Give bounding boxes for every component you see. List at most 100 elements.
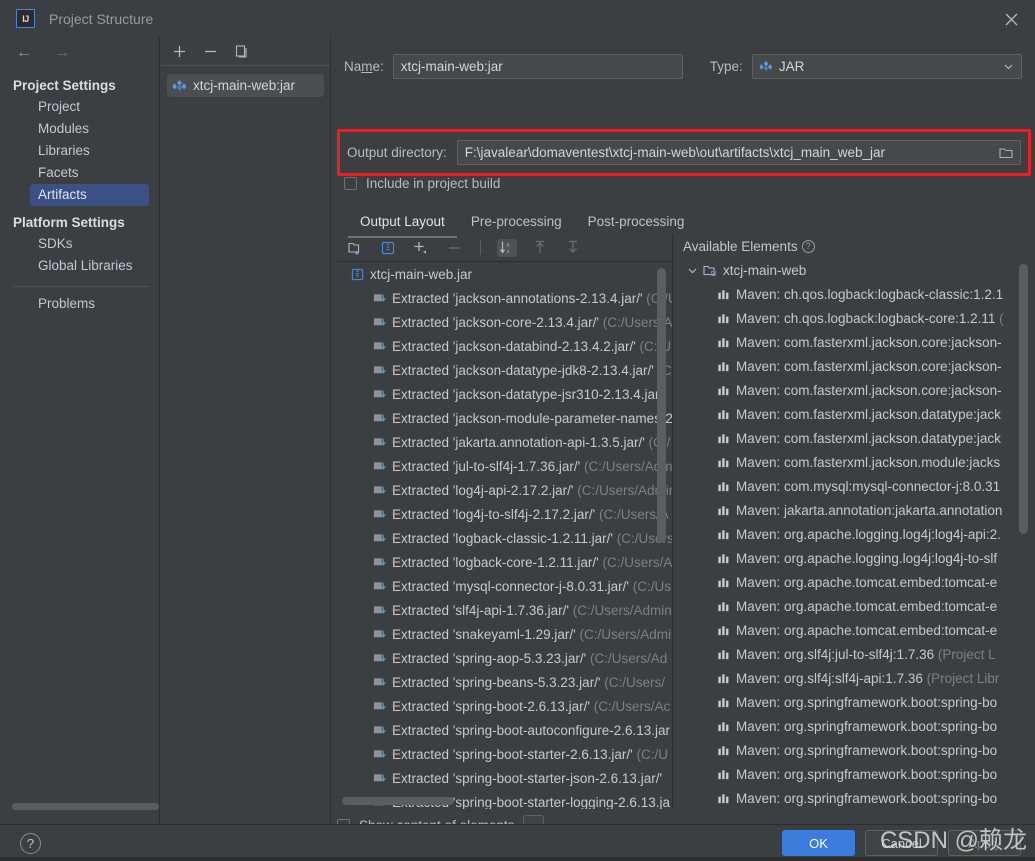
- available-row[interactable]: Maven: com.fasterxml.jackson.module:jack…: [673, 450, 1032, 474]
- available-row[interactable]: Maven: com.fasterxml.jackson.datatype:ja…: [673, 426, 1032, 450]
- include-in-project-build-row[interactable]: Include in project build: [344, 176, 500, 191]
- tree-row[interactable]: Extracted 'jackson-datatype-jdk8-2.13.4.…: [337, 358, 672, 382]
- available-row-root[interactable]: xtcj-main-web: [673, 258, 1032, 282]
- sidebar-horizontal-scrollbar[interactable]: [12, 803, 159, 810]
- output-layout-tree[interactable]: xtcj-main-web.jar Extracted 'jackson-anno…: [337, 261, 672, 809]
- sidebar-item-modules[interactable]: Modules: [30, 118, 149, 140]
- available-row-label: Maven: org.apache.tomcat.embed:tomcat-e: [736, 598, 998, 614]
- output-directory-input[interactable]: F:\javalear\domaventest\xtcj-main-web\ou…: [456, 140, 1021, 165]
- plus-dropdown-icon[interactable]: [411, 239, 431, 257]
- tree-row[interactable]: Extracted 'log4j-to-slf4j-2.17.2.jar/' (…: [337, 502, 672, 526]
- available-row[interactable]: Maven: org.slf4j:jul-to-slf4j:1.7.36 (Pr…: [673, 642, 1032, 666]
- artifact-list-item[interactable]: xtcj-main-web:jar: [167, 74, 324, 97]
- available-row[interactable]: Maven: org.apache.logging.log4j:log4j-ap…: [673, 522, 1032, 546]
- available-row[interactable]: Maven: com.fasterxml.jackson.core:jackso…: [673, 354, 1032, 378]
- tree-row[interactable]: Extracted 'spring-boot-starter-json-2.6.…: [337, 766, 672, 790]
- tree-row-label: Extracted 'slf4j-api-1.7.36.jar/': [392, 602, 569, 618]
- available-row[interactable]: Maven: com.fasterxml.jackson.core:jackso…: [673, 330, 1032, 354]
- tree-row[interactable]: Extracted 'spring-boot-starter-2.6.13.ja…: [337, 742, 672, 766]
- available-row[interactable]: Maven: org.springframework.boot:spring-b…: [673, 690, 1032, 714]
- sidebar-item-facets[interactable]: Facets: [30, 162, 149, 184]
- tree-row[interactable]: Extracted 'log4j-api-2.17.2.jar/' (C:/Us…: [337, 478, 672, 502]
- available-row[interactable]: Maven: jakarta.annotation:jakarta.annota…: [673, 498, 1032, 522]
- tree-row[interactable]: Extracted 'mysql-connector-j-8.0.31.jar/…: [337, 574, 672, 598]
- close-icon[interactable]: [999, 7, 1023, 31]
- archive-icon[interactable]: [378, 239, 398, 257]
- available-tree-vertical-scrollbar[interactable]: [1019, 264, 1028, 534]
- sidebar-item-libraries[interactable]: Libraries: [30, 140, 149, 162]
- maven-library-icon: [717, 672, 730, 685]
- new-folder-icon[interactable]: [345, 239, 365, 257]
- cancel-button[interactable]: Cancel: [865, 830, 938, 856]
- tree-row[interactable]: Extracted 'snakeyaml-1.29.jar/' (C:/User…: [337, 622, 672, 646]
- help-circle-icon[interactable]: ?: [801, 239, 815, 253]
- tree-row[interactable]: Extracted 'jackson-databind-2.13.4.2.jar…: [337, 334, 672, 358]
- available-row[interactable]: Maven: ch.qos.logback:logback-core:1.2.1…: [673, 306, 1032, 330]
- available-row[interactable]: Maven: org.apache.tomcat.embed:tomcat-e: [673, 594, 1032, 618]
- available-row[interactable]: Maven: com.fasterxml.jackson.core:jackso…: [673, 378, 1032, 402]
- intellij-idea-logo: [16, 9, 35, 28]
- sidebar-item-artifacts[interactable]: Artifacts: [30, 184, 149, 206]
- available-row[interactable]: Maven: org.slf4j:slf4j-api:1.7.36 (Proje…: [673, 666, 1032, 690]
- artifact-type-select[interactable]: JAR: [751, 53, 1022, 79]
- available-row-label: Maven: com.fasterxml.jackson.core:jackso…: [736, 334, 1002, 350]
- maven-library-icon: [717, 408, 730, 421]
- artifact-list-item-label: xtcj-main-web:jar: [193, 78, 296, 93]
- tree-row[interactable]: Extracted 'jackson-module-parameter-name…: [337, 406, 672, 430]
- ok-button[interactable]: OK: [782, 830, 855, 856]
- arrow-left-icon[interactable]: ←: [16, 45, 32, 61]
- available-elements-tree[interactable]: xtcj-main-web Maven: ch.qos.logback:logba…: [673, 258, 1032, 809]
- folder-icon[interactable]: [999, 146, 1013, 159]
- available-row[interactable]: Maven: com.mysql:mysql-connector-j:8.0.3…: [673, 474, 1032, 498]
- available-row[interactable]: Maven: org.springframework.boot:spring-b…: [673, 762, 1032, 786]
- tree-row[interactable]: Extracted 'spring-boot-autoconfigure-2.6…: [337, 718, 672, 742]
- artifact-name-value: xtcj-main-web:jar: [400, 58, 503, 74]
- apply-button[interactable]: Apply: [948, 830, 1021, 856]
- tree-row-root[interactable]: xtcj-main-web.jar: [337, 262, 672, 286]
- type-label: Type:: [709, 58, 743, 74]
- available-row[interactable]: Maven: org.springframework.boot:spring-b…: [673, 786, 1032, 809]
- tree-row[interactable]: Extracted 'jakarta.annotation-api-1.3.5.…: [337, 430, 672, 454]
- output-tree-vertical-scrollbar[interactable]: [657, 268, 666, 543]
- output-tree-horizontal-scrollbar[interactable]: [342, 797, 454, 805]
- available-row[interactable]: Maven: org.springframework.boot:spring-b…: [673, 714, 1032, 738]
- tree-row[interactable]: Extracted 'jackson-core-2.13.4.jar/' (C:…: [337, 310, 672, 334]
- available-row[interactable]: Maven: org.springframework.boot:spring-b…: [673, 738, 1032, 762]
- tree-row[interactable]: Extracted 'jackson-datatype-jsr310-2.13.…: [337, 382, 672, 406]
- tree-row[interactable]: Extracted 'jul-to-slf4j-1.7.36.jar/' (C:…: [337, 454, 672, 478]
- extracted-icon: [373, 604, 386, 617]
- tree-row[interactable]: Extracted 'spring-beans-5.3.23.jar/' (C:…: [337, 670, 672, 694]
- tree-row-label: Extracted 'jackson-datatype-jsr310-2.13.…: [392, 386, 666, 402]
- chevron-down-icon[interactable]: [687, 265, 698, 276]
- available-row[interactable]: Maven: org.apache.tomcat.embed:tomcat-e: [673, 570, 1032, 594]
- tree-row[interactable]: Extracted 'spring-boot-2.6.13.jar/' (C:/…: [337, 694, 672, 718]
- available-row-label: Maven: org.apache.logging.log4j:log4j-to…: [736, 550, 998, 566]
- minus-icon[interactable]: [203, 44, 218, 59]
- tree-row-path: (C:/Users/Ad: [586, 650, 668, 666]
- tree-row[interactable]: Extracted 'jackson-annotations-2.13.4.ja…: [337, 286, 672, 310]
- plus-icon[interactable]: [172, 44, 187, 59]
- sidebar-item-project[interactable]: Project: [30, 96, 149, 118]
- artifacts-list-panel: xtcj-main-web:jar: [161, 37, 331, 824]
- available-row[interactable]: Maven: org.apache.tomcat.embed:tomcat-e: [673, 618, 1032, 642]
- tree-row[interactable]: Extracted 'logback-core-1.2.11.jar/' (C:…: [337, 550, 672, 574]
- sort-az-icon[interactable]: az: [497, 238, 517, 257]
- copy-icon[interactable]: [234, 44, 249, 59]
- tree-row[interactable]: Extracted 'slf4j-api-1.7.36.jar/' (C:/Us…: [337, 598, 672, 622]
- arrow-down-icon: [563, 239, 583, 257]
- tree-row[interactable]: Extracted 'spring-aop-5.3.23.jar/' (C:/U…: [337, 646, 672, 670]
- include-in-project-build-checkbox[interactable]: [344, 177, 357, 190]
- sidebar-item-problems[interactable]: Problems: [30, 293, 149, 315]
- available-row[interactable]: Maven: com.fasterxml.jackson.datatype:ja…: [673, 402, 1032, 426]
- available-row[interactable]: Maven: ch.qos.logback:logback-classic:1.…: [673, 282, 1032, 306]
- artifact-name-input[interactable]: xtcj-main-web:jar: [392, 53, 683, 79]
- sidebar-item-global-libraries[interactable]: Global Libraries: [30, 255, 149, 277]
- tree-row[interactable]: Extracted 'logback-classic-1.2.11.jar/' …: [337, 526, 672, 550]
- available-row[interactable]: Maven: org.apache.logging.log4j:log4j-to…: [673, 546, 1032, 570]
- help-circle-icon[interactable]: ?: [20, 832, 41, 854]
- tree-row-path: (C:/U: [632, 746, 669, 762]
- arrow-right-icon[interactable]: →: [54, 45, 70, 61]
- available-row-path: (Project L: [934, 646, 996, 662]
- available-row-label: Maven: org.apache.logging.log4j:log4j-ap…: [736, 526, 1001, 542]
- sidebar-item-sdks[interactable]: SDKs: [30, 233, 149, 255]
